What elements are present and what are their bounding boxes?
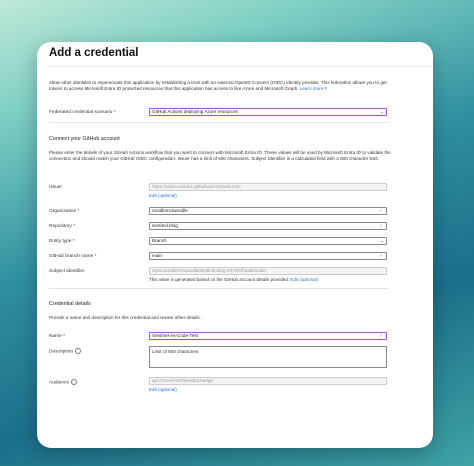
more-options-icon[interactable]: ···	[129, 43, 137, 52]
credential-section-heading: Credential details	[49, 301, 91, 307]
description-label: Description i	[49, 348, 81, 354]
issuer-field: https://token.actions.githubusercontent.…	[149, 183, 387, 191]
audience-edit-link[interactable]: Edit (optional)	[149, 387, 177, 392]
branch-name-input[interactable]: main ✓	[149, 252, 387, 260]
name-value: Sentinel-As-Code-Test	[152, 333, 198, 338]
entity-type-label: Entity type *	[49, 239, 75, 244]
scenario-select[interactable]: GitHub Actions deploying Azure resources…	[149, 108, 387, 116]
check-icon: ✓	[379, 223, 383, 228]
branch-name-value: main	[152, 253, 162, 258]
page-title: Add a credential	[49, 47, 139, 59]
issuer-label: Issuer	[49, 185, 63, 190]
chevron-down-icon: ⌄	[380, 238, 384, 243]
branch-name-label: GitHub branch name *	[49, 254, 97, 259]
check-icon: ✓	[379, 333, 383, 338]
audience-label: Audience i	[49, 379, 78, 386]
credential-description: Provide a name and description for this …	[49, 315, 201, 320]
repository-label: Repository *	[49, 224, 76, 229]
check-icon: ✓	[379, 253, 383, 258]
chevron-down-icon: ⌄	[380, 109, 384, 114]
entity-type-select[interactable]: Branch ⌄	[149, 237, 387, 245]
github-description: Please enter the details of your GitHub …	[49, 150, 391, 161]
add-credential-dialog: Add a credential ··· Allow other identit…	[37, 42, 433, 448]
info-icon[interactable]: i	[75, 348, 81, 354]
subject-edit-link[interactable]: Edit (optional)	[290, 277, 318, 282]
subject-identifier-field: repo:noodlemctwoodle/sentinel.blog:ref:r…	[149, 267, 387, 275]
subject-identifier-label: Subject identifier	[49, 269, 85, 274]
section-divider	[49, 122, 389, 123]
intro-text: Allow other identities to impersonate th…	[49, 80, 389, 92]
scenario-value: GitHub Actions deploying Azure resources	[152, 109, 238, 114]
audience-label-text: Audience	[49, 380, 70, 386]
section-divider	[49, 288, 389, 289]
external-link-icon: ↗	[323, 86, 328, 91]
scenario-label: Federated credential scenario *	[49, 110, 116, 115]
repository-input[interactable]: sentinel.blog ✓	[149, 222, 387, 230]
audience-field: api://AzureADTokenExchange	[149, 377, 387, 385]
repository-value: sentinel.blog	[152, 223, 178, 228]
learn-more-link[interactable]: Learn more	[300, 86, 324, 91]
name-label: Name *	[49, 334, 65, 339]
info-icon[interactable]: i	[71, 379, 78, 385]
organization-input[interactable]: noodlemctwoodle ✓	[149, 207, 387, 215]
subject-help: This value is generated based on the Git…	[149, 277, 290, 282]
name-input[interactable]: Sentinel-As-Code-Test ✓	[149, 332, 387, 340]
issuer-edit-link[interactable]: Edit (optional)	[149, 193, 177, 198]
entity-type-value: Branch	[152, 238, 167, 243]
description-textarea[interactable]: Limit of 600 characters	[149, 346, 387, 368]
organization-label: Organization *	[49, 209, 80, 214]
github-section-heading: Connect your GitHub account	[49, 136, 120, 142]
title-divider	[49, 66, 433, 67]
subject-help-text: This value is generated based on the Git…	[149, 277, 318, 282]
description-label-text: Description	[49, 349, 73, 355]
check-icon: ✓	[379, 208, 383, 213]
organization-value: noodlemctwoodle	[152, 208, 188, 213]
intro-paragraph: Allow other identities to impersonate th…	[49, 80, 387, 91]
